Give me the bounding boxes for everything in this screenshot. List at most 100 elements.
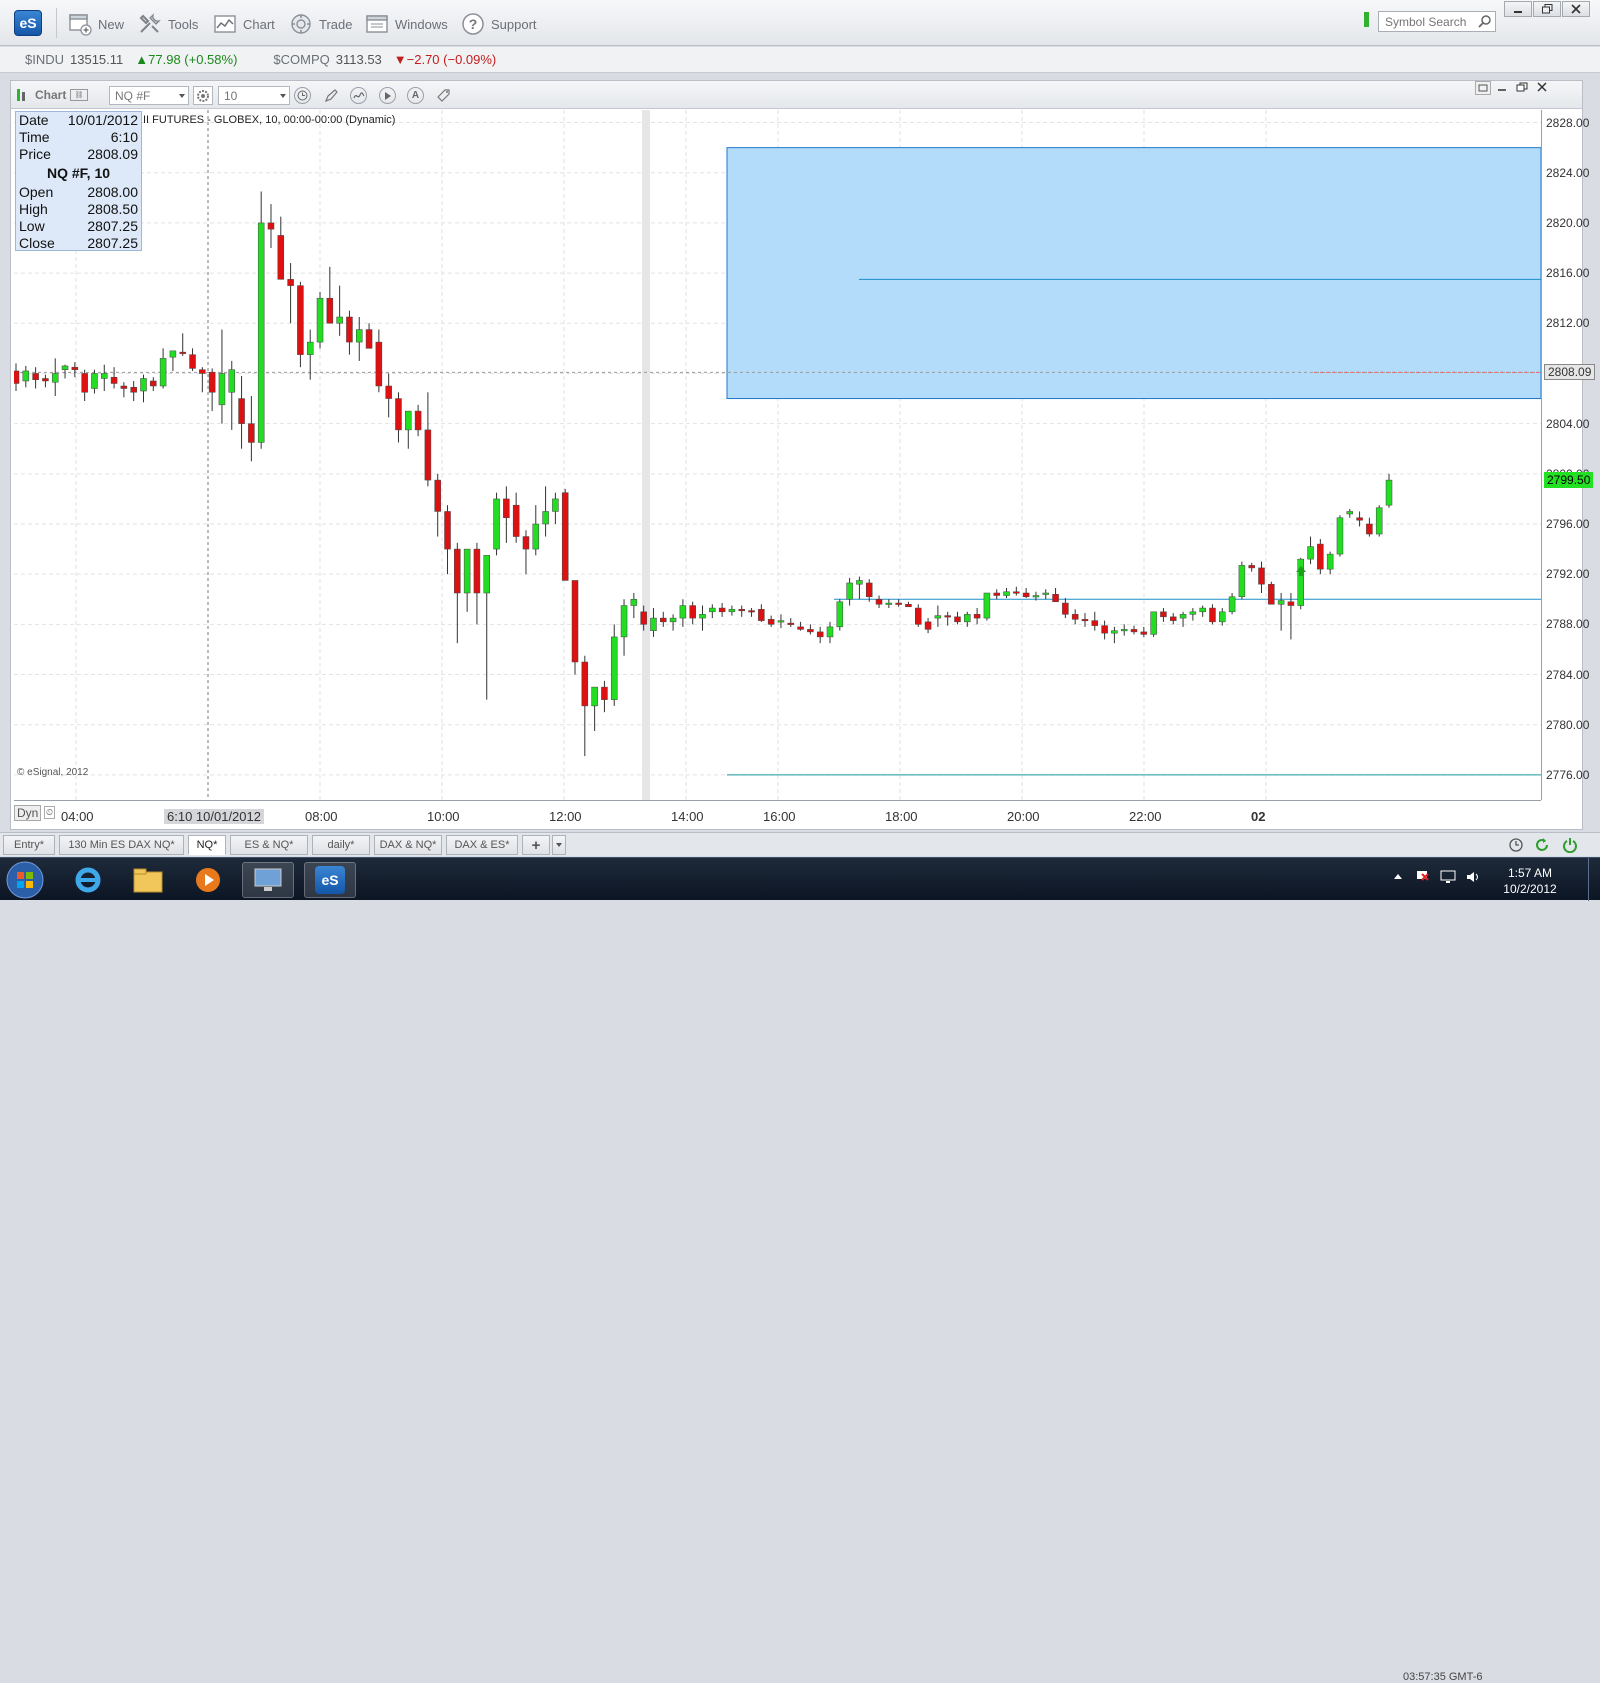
symbol-selector-value: NQ #F: [115, 89, 151, 103]
tab-dax-nq[interactable]: DAX & NQ*: [374, 835, 442, 855]
chart-button[interactable]: Chart: [213, 11, 275, 37]
candle-up: [709, 607, 716, 613]
price-tick-label: 2796.00: [1546, 517, 1590, 531]
candle-down: [32, 373, 39, 380]
candle-up: [1238, 565, 1246, 598]
candle-up: [140, 378, 147, 392]
candle-down: [581, 661, 589, 707]
volume-icon[interactable]: [1466, 870, 1480, 884]
minimize-app-button[interactable]: [1504, 1, 1532, 17]
restore-app-button[interactable]: [1533, 1, 1561, 17]
new-button[interactable]: New: [68, 11, 124, 37]
new-button-label: New: [98, 16, 125, 32]
chart-restore-button[interactable]: [1515, 81, 1531, 95]
tools-button[interactable]: Tools: [138, 11, 198, 37]
support-button[interactable]: ? Support: [461, 11, 537, 37]
esignal-logo[interactable]: eS: [14, 10, 42, 36]
data-label: Close: [19, 235, 55, 251]
alert-icon: A: [411, 90, 420, 101]
refresh-icon[interactable]: [1534, 837, 1550, 853]
taskbar-remote-desktop[interactable]: [242, 862, 294, 898]
cursor-time-icon[interactable]: ⏲: [44, 806, 56, 819]
candle-down: [767, 619, 775, 625]
candle-down: [865, 582, 873, 598]
tab-nq[interactable]: NQ*: [188, 835, 226, 855]
chart-pin-button[interactable]: [1475, 81, 1491, 95]
draw-line-button[interactable]: [322, 87, 339, 104]
chevron-up-icon[interactable]: [1394, 873, 1402, 881]
candle-up: [228, 369, 236, 393]
flag-icon[interactable]: [1416, 870, 1430, 884]
tag-button[interactable]: [435, 87, 452, 104]
tab-dax-es[interactable]: DAX & ES*: [446, 835, 518, 855]
minimize-icon: [1498, 89, 1506, 91]
candle-down: [1062, 602, 1069, 615]
candle-down: [660, 617, 667, 623]
candle-down: [1258, 567, 1265, 585]
candle-down: [71, 366, 79, 370]
time-template-button[interactable]: [294, 87, 311, 104]
candle-down: [130, 387, 137, 393]
price-axis[interactable]: 2776.00 2780.00 2784.00 2788.00 2792.00 2796.…: [1541, 110, 1596, 800]
candle-down: [14, 370, 20, 384]
taskbar-explorer[interactable]: [122, 862, 174, 898]
candle-down: [503, 498, 510, 518]
last-price-tag: 2799.50: [1544, 472, 1594, 489]
chevron-down-icon: [179, 94, 185, 98]
power-icon[interactable]: [1562, 837, 1578, 853]
tab-menu-button[interactable]: [552, 835, 566, 855]
tab-daily[interactable]: daily*: [312, 835, 370, 855]
data-label: High: [19, 201, 48, 217]
candle-down: [1140, 631, 1148, 635]
tab-entry[interactable]: Entry*: [3, 835, 55, 855]
add-tab-button[interactable]: +: [522, 835, 550, 855]
tab-es-nq[interactable]: ES & NQ*: [230, 835, 308, 855]
show-desktop-button[interactable]: [1588, 858, 1600, 901]
taskbar-ie[interactable]: [62, 862, 114, 898]
network-icon[interactable]: [1440, 870, 1456, 884]
interval-selector[interactable]: 10: [218, 86, 290, 105]
windows-button-label: Windows: [395, 16, 448, 32]
time-tick-label: 22:00: [1129, 809, 1162, 824]
ticker-symbol[interactable]: $INDU: [25, 52, 64, 67]
time-axis[interactable]: Dyn ⏲ 6:10 10/01/2012 04:00 08:00 10:00 12:…: [14, 800, 1541, 826]
candle-up: [91, 373, 98, 389]
candle-down: [375, 341, 383, 387]
link-icon[interactable]: ⛓: [70, 89, 88, 101]
symbol-settings-button[interactable]: [193, 86, 213, 105]
candle-down: [1209, 607, 1216, 623]
time-tick-label: 16:00: [763, 809, 796, 824]
support-button-label: Support: [491, 16, 537, 32]
candle-down: [385, 385, 392, 399]
play-button[interactable]: [379, 87, 396, 104]
tab-130-min-es-dax-nq[interactable]: 130 Min ES DAX NQ*: [59, 835, 184, 855]
data-window[interactable]: Date 10/01/2012 Time 6:10 Price 2808.09 NQ …: [15, 111, 142, 251]
trade-button[interactable]: Trade: [289, 11, 352, 37]
data-row-time: Time 6:10: [16, 129, 141, 146]
close-app-button[interactable]: [1562, 1, 1590, 17]
chart-close-button[interactable]: [1535, 81, 1551, 95]
system-clock[interactable]: 1:57 AM 10/2/2012: [1500, 866, 1560, 896]
taskbar-esignal[interactable]: eS: [304, 862, 356, 898]
candle-down: [1268, 583, 1275, 605]
dyn-label[interactable]: Dyn: [14, 805, 42, 821]
ticker-symbol[interactable]: $COMPQ: [273, 52, 329, 67]
price-chart[interactable]: [14, 110, 1541, 800]
chart-minimize-button[interactable]: [1495, 81, 1511, 95]
clock-icon[interactable]: [1508, 837, 1524, 853]
ticker-value: 13515.11: [70, 52, 124, 67]
alert-button[interactable]: A: [407, 87, 424, 104]
system-date: 10/2/2012: [1503, 882, 1557, 896]
symbol-selector[interactable]: NQ #F: [109, 86, 189, 105]
data-value: 2807.25: [87, 235, 138, 251]
windows-button[interactable]: Windows: [365, 11, 448, 37]
taskbar-media-player[interactable]: [182, 862, 234, 898]
windows-start-icon[interactable]: [4, 860, 46, 900]
wave-icon: [352, 91, 364, 98]
candle-up: [356, 329, 363, 343]
study-button[interactable]: [350, 87, 367, 104]
trade-button-label: Trade: [319, 16, 353, 32]
search-icon[interactable]: [1478, 14, 1492, 28]
chart-window: Chart ⛓ NQ #F 10 A 2776.00 2780.00 2784.00…: [10, 80, 1596, 830]
data-label: Open: [19, 184, 54, 200]
